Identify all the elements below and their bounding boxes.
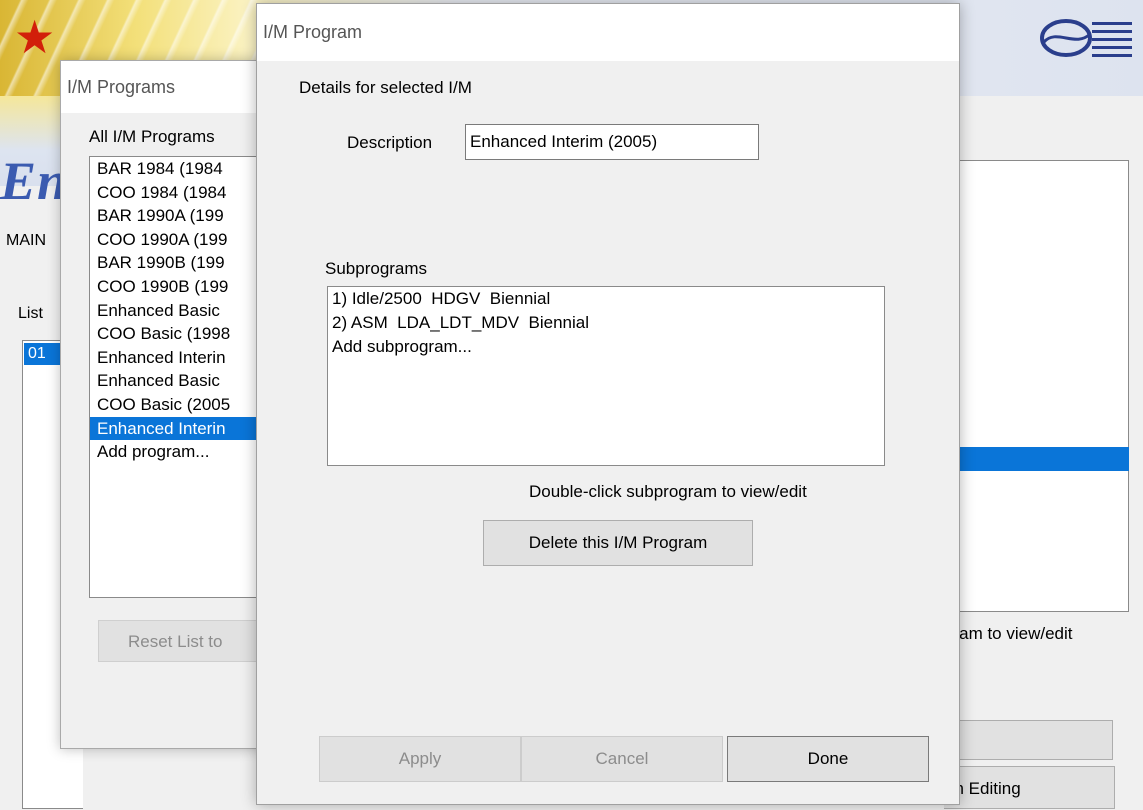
subprograms-label: Subprograms [325,259,428,278]
add-program-item[interactable]: Add program... [90,440,272,464]
all-programs-list[interactable]: BAR 1984 (1984 COO 1984 (1984 BAR 1990A … [89,156,272,598]
list-item[interactable]: COO 1984 (1984 [90,181,272,205]
list-item[interactable]: BAR 1990B (199 [90,251,272,275]
im-programs-window: I/M Programs All I/M Programs BAR 1984 (… [60,60,272,749]
list-item[interactable]: COO Basic (2005 [90,393,272,417]
details-label: Details for selected I/M [299,78,472,97]
list-item[interactable]: COO Basic (1998 [90,322,272,346]
im-program-title: I/M Program [263,22,363,42]
cancel-button[interactable]: Cancel [521,736,723,782]
list-item-selected[interactable]: Enhanced Interin [90,416,272,441]
add-subprogram-item[interactable]: Add subprogram... [328,335,884,359]
list-item[interactable]: BAR 1990A (199 [90,204,272,228]
reset-list-button[interactable]: Reset List to [98,620,271,662]
list-item[interactable]: COO 1990B (199 [90,275,272,299]
im-program-dialog: I/M Program Details for selected I/M Des… [256,3,960,805]
all-programs-label: All I/M Programs [89,127,215,146]
delete-program-button[interactable]: Delete this I/M Program [483,520,753,566]
subprogram-item[interactable]: 2) ASM LDA_LDT_MDV Biennial [328,311,884,335]
list-item[interactable]: Enhanced Basic [90,369,272,393]
main-menu-item[interactable]: MAIN [6,232,46,250]
im-programs-title: I/M Programs [67,77,176,97]
list-label: List [18,305,43,322]
description-input[interactable] [465,124,759,160]
subprogram-hint: Double-click subprogram to view/edit [529,482,807,501]
apply-button[interactable]: Apply [319,736,521,782]
brand-text: En [0,151,69,211]
list-item[interactable]: Enhanced Interin [90,346,272,370]
description-label: Description [347,133,433,152]
im-programs-titlebar[interactable]: I/M Programs [61,61,271,113]
background-button[interactable] [944,720,1113,760]
subprograms-list[interactable]: 1) Idle/2500 HDGV Biennial 2) ASM LDA_LD… [327,286,885,466]
background-right-selected-row[interactable] [958,447,1129,471]
subprogram-item[interactable]: 1) Idle/2500 HDGV Biennial [328,287,884,311]
star-icon: ★ [14,11,56,63]
done-button[interactable]: Done [727,736,929,782]
logo-icon [1040,19,1132,57]
finish-editing-button[interactable]: sh Editing [944,766,1115,809]
background-right-list[interactable] [958,160,1129,612]
im-program-titlebar[interactable]: I/M Program [257,4,959,61]
list-item[interactable]: BAR 1984 (1984 [90,157,272,181]
list-item[interactable]: Enhanced Basic [90,299,272,323]
list-item[interactable]: COO 1990A (199 [90,228,272,252]
background-hint-text: gram to view/edit [944,624,1073,643]
